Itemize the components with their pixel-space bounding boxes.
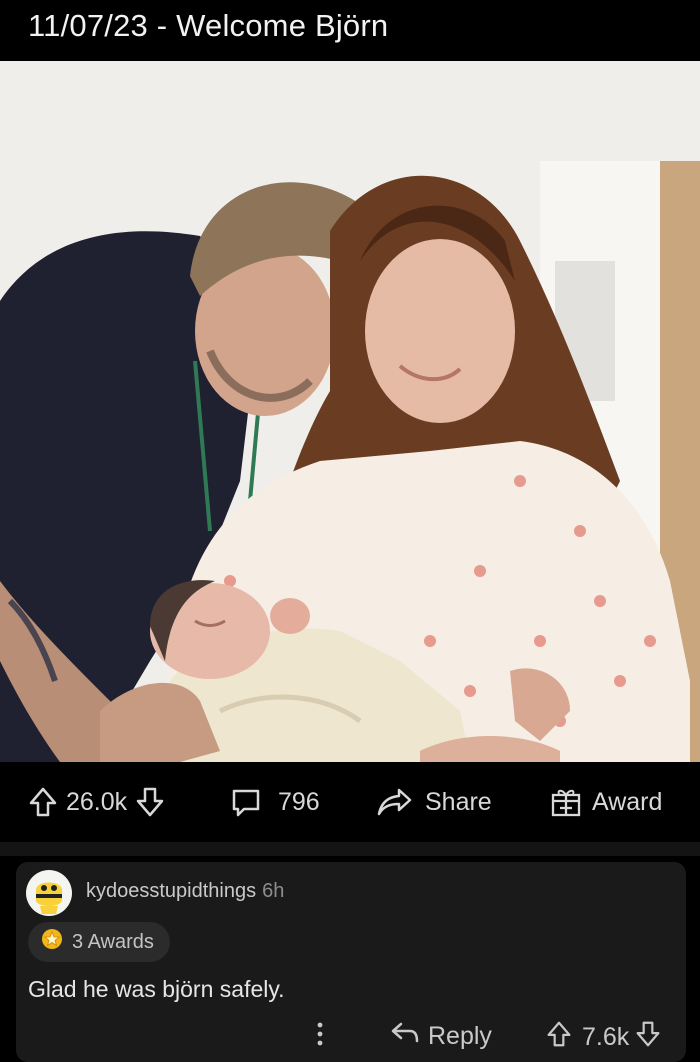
reply-label: Reply — [428, 1022, 492, 1050]
upvote-arrow-icon[interactable] — [546, 1020, 572, 1055]
awards-badge[interactable]: 3 Awards — [28, 922, 170, 962]
downvote-arrow-icon[interactable] — [635, 1020, 661, 1055]
comment-author[interactable]: kydoesstupidthings 6h — [86, 880, 284, 903]
reply-button[interactable]: Reply — [390, 1020, 492, 1053]
comment-vote-group: 7.6k — [546, 1020, 661, 1055]
award-label: Award — [592, 787, 663, 816]
comment-card: kydoesstupidthings 6h 3 Awards Glad he wa… — [16, 862, 686, 1062]
post-title: 11/07/23 - Welcome Björn — [0, 0, 700, 58]
post-image[interactable] — [0, 61, 700, 762]
more-dots-icon — [314, 1020, 326, 1055]
comment-more-button[interactable] — [314, 1020, 326, 1055]
avatar[interactable] — [26, 870, 72, 916]
award-gift-icon — [550, 786, 582, 818]
share-arrow-icon — [377, 786, 413, 818]
upvote-count: 26.0k — [66, 787, 128, 816]
comment-time: 6h — [262, 880, 285, 902]
share-label: Share — [425, 787, 492, 816]
post-action-bar: 26.0k 796 Share Award — [0, 762, 700, 842]
vote-group: 26.0k — [28, 762, 165, 842]
comment-count: 796 — [278, 787, 320, 816]
awards-count: 3 Awards — [72, 930, 154, 953]
comment-bubble-icon — [230, 786, 262, 818]
share-button[interactable]: Share — [377, 762, 492, 842]
comment-vote-count: 7.6k — [582, 1023, 630, 1051]
award-badge-icon — [40, 927, 72, 957]
section-divider — [0, 842, 700, 856]
comment-body: Glad he was björn safely. — [28, 976, 285, 1002]
comments-button[interactable]: 796 — [230, 762, 320, 842]
comment-author-name[interactable]: kydoesstupidthings — [86, 880, 256, 902]
upvote-arrow-icon[interactable] — [28, 786, 58, 818]
downvote-arrow-icon[interactable] — [135, 786, 165, 818]
reply-arrow-icon — [390, 1020, 420, 1053]
award-button[interactable]: Award — [550, 762, 662, 842]
